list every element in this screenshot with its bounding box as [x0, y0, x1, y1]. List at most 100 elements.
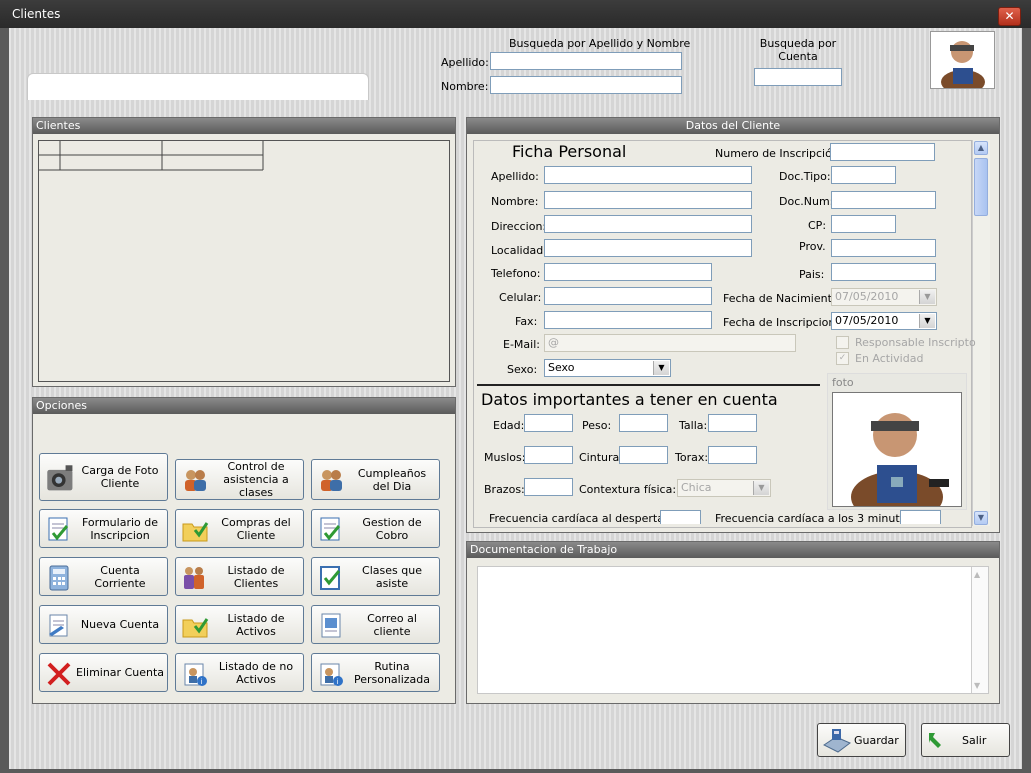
- clientes-group: Clientes: [32, 117, 456, 387]
- salir-label: Salir: [962, 734, 987, 747]
- form-check-icon: [320, 517, 341, 541]
- pais-input[interactable]: [831, 263, 936, 281]
- search-cuenta-heading: Busqueda por Cuenta: [759, 37, 837, 63]
- cintura-input[interactable]: [619, 446, 668, 464]
- peso-input[interactable]: [619, 414, 668, 432]
- scroll-up-icon[interactable]: ▲: [974, 570, 980, 579]
- mail-document-icon: [321, 613, 341, 638]
- person-photo-icon: [851, 413, 949, 523]
- direccion-label: Direccion:: [491, 220, 547, 233]
- nueva-cuenta-button[interactable]: Nueva Cuenta: [39, 605, 168, 644]
- contextura-value: Chica: [681, 481, 712, 494]
- foto-image[interactable]: [832, 392, 962, 523]
- doc-num-input[interactable]: [831, 191, 936, 209]
- brazos-label: Brazos:: [484, 483, 525, 496]
- info-person-icon: i: [184, 663, 207, 686]
- window-body: Busqueda por Apellido y Nombre Apellido:…: [9, 28, 1022, 769]
- cumpleanos-button[interactable]: Cumpleaños del Dia: [311, 459, 440, 500]
- formulario-inscripcion-button[interactable]: Formulario de Inscripcion: [39, 509, 168, 548]
- documentacion-textarea[interactable]: ▲ ▼: [477, 566, 989, 694]
- listado-no-activos-button[interactable]: i Listado de no Activos: [175, 653, 304, 692]
- doc-tipo-input[interactable]: [831, 166, 896, 184]
- correo-cliente-button[interactable]: Correo al cliente: [311, 605, 440, 644]
- search-apellido-label: Apellido:: [441, 56, 489, 69]
- documentacion-scrollbar[interactable]: ▲ ▼: [971, 567, 988, 693]
- close-button[interactable]: ✕: [998, 7, 1021, 26]
- clipboard-check-icon: [320, 566, 341, 590]
- frecuencia-despertar-label: Frecuencia cardíaca al despertar:: [489, 512, 672, 525]
- cp-input[interactable]: [831, 215, 896, 233]
- en-actividad-checkbox[interactable]: ✓: [836, 352, 849, 365]
- numero-inscripcion-label: Numero de Inscripción:: [715, 147, 843, 160]
- talla-input[interactable]: [708, 414, 757, 432]
- chevron-down-icon[interactable]: ▼: [653, 361, 669, 375]
- exit-arrow-icon: [929, 733, 941, 748]
- frecuencia-3min-input[interactable]: [900, 510, 941, 524]
- chevron-down-icon[interactable]: ▼: [753, 481, 769, 495]
- salir-button[interactable]: Salir: [921, 723, 1010, 757]
- datos-scrollbar[interactable]: ▲ ▼: [972, 140, 990, 526]
- search-nombre-input[interactable]: [490, 76, 682, 94]
- apellido-input[interactable]: [544, 166, 752, 184]
- chevron-down-icon[interactable]: ▼: [919, 290, 935, 304]
- torax-input[interactable]: [708, 446, 757, 464]
- brazos-input[interactable]: [524, 478, 573, 496]
- telefono-input[interactable]: [544, 263, 712, 281]
- fax-input[interactable]: [544, 311, 712, 329]
- search-nombre-label: Nombre:: [441, 80, 489, 93]
- prov-input[interactable]: [831, 239, 936, 257]
- responsable-checkbox[interactable]: [836, 336, 849, 349]
- red-x-icon: [47, 662, 71, 686]
- scroll-down-icon[interactable]: ▼: [974, 681, 980, 690]
- chevron-down-icon[interactable]: ▼: [919, 314, 935, 328]
- muslos-input[interactable]: [524, 446, 573, 464]
- foto-panel: foto: [827, 373, 967, 523]
- cuenta-corriente-button[interactable]: Cuenta Corriente: [39, 557, 168, 596]
- clases-asiste-button[interactable]: Clases que asiste: [311, 557, 440, 596]
- gestion-cobro-button[interactable]: Gestion de Cobro: [311, 509, 440, 548]
- scroll-thumb[interactable]: [974, 158, 988, 216]
- sexo-value: Sexo: [548, 361, 575, 374]
- documentacion-header: Documentacion de Trabajo: [467, 542, 999, 558]
- talla-label: Talla:: [679, 419, 708, 432]
- frecuencia-despertar-input[interactable]: [660, 510, 701, 524]
- listado-clientes-button[interactable]: Listado de Clientes: [175, 557, 304, 596]
- sexo-select[interactable]: Sexo ▼: [544, 359, 671, 377]
- scroll-down-icon[interactable]: ▼: [974, 511, 988, 525]
- torax-label: Torax:: [675, 451, 709, 464]
- email-input[interactable]: @: [544, 334, 796, 352]
- scroll-up-icon[interactable]: ▲: [974, 141, 988, 155]
- correo-cliente-label: Correo al cliente: [367, 611, 417, 638]
- opciones-group-header: Opciones: [33, 398, 455, 414]
- search-apellido-input[interactable]: [490, 52, 682, 70]
- cumpleanos-label: Cumpleaños del Dia: [357, 466, 427, 493]
- ficha-personal-heading: Ficha Personal: [512, 142, 627, 161]
- title-bar[interactable]: Clientes ✕: [0, 0, 1031, 28]
- listado-activos-button[interactable]: Listado de Activos: [175, 605, 304, 644]
- clientes-grid[interactable]: [38, 140, 450, 382]
- nueva-cuenta-label: Nueva Cuenta: [80, 618, 160, 631]
- edad-input[interactable]: [524, 414, 573, 432]
- cp-label: CP:: [808, 219, 827, 232]
- fecha-inscripcion-picker[interactable]: 07/05/2010 ▼: [831, 312, 937, 330]
- numero-inscripcion-input[interactable]: [830, 143, 935, 161]
- edad-label: Edad:: [493, 419, 525, 432]
- contextura-select[interactable]: Chica ▼: [677, 479, 771, 497]
- sexo-label: Sexo:: [507, 363, 538, 376]
- guardar-button[interactable]: Guardar: [817, 723, 906, 757]
- fecha-nacimiento-picker[interactable]: 07/05/2010 ▼: [831, 288, 937, 306]
- people-list-icon: [184, 567, 204, 589]
- compras-cliente-button[interactable]: Compras del Cliente: [175, 509, 304, 548]
- control-asistencia-button[interactable]: Control de asistencia a clases: [175, 459, 304, 500]
- direccion-input[interactable]: [544, 215, 752, 233]
- nombre-input[interactable]: [544, 191, 752, 209]
- folder-check-icon: [182, 618, 209, 638]
- documentacion-group: Documentacion de Trabajo ▲ ▼: [466, 541, 1000, 704]
- carga-foto-button[interactable]: Carga de Foto Cliente: [39, 453, 168, 501]
- eliminar-cuenta-button[interactable]: Eliminar Cuenta: [39, 653, 168, 692]
- localidad-input[interactable]: [544, 239, 752, 257]
- celular-input[interactable]: [544, 287, 712, 305]
- search-heading: Busqueda por Apellido y Nombre: [509, 37, 691, 50]
- search-cuenta-input[interactable]: [754, 68, 842, 86]
- rutina-personalizada-button[interactable]: i Rutina Personalizada: [311, 653, 440, 692]
